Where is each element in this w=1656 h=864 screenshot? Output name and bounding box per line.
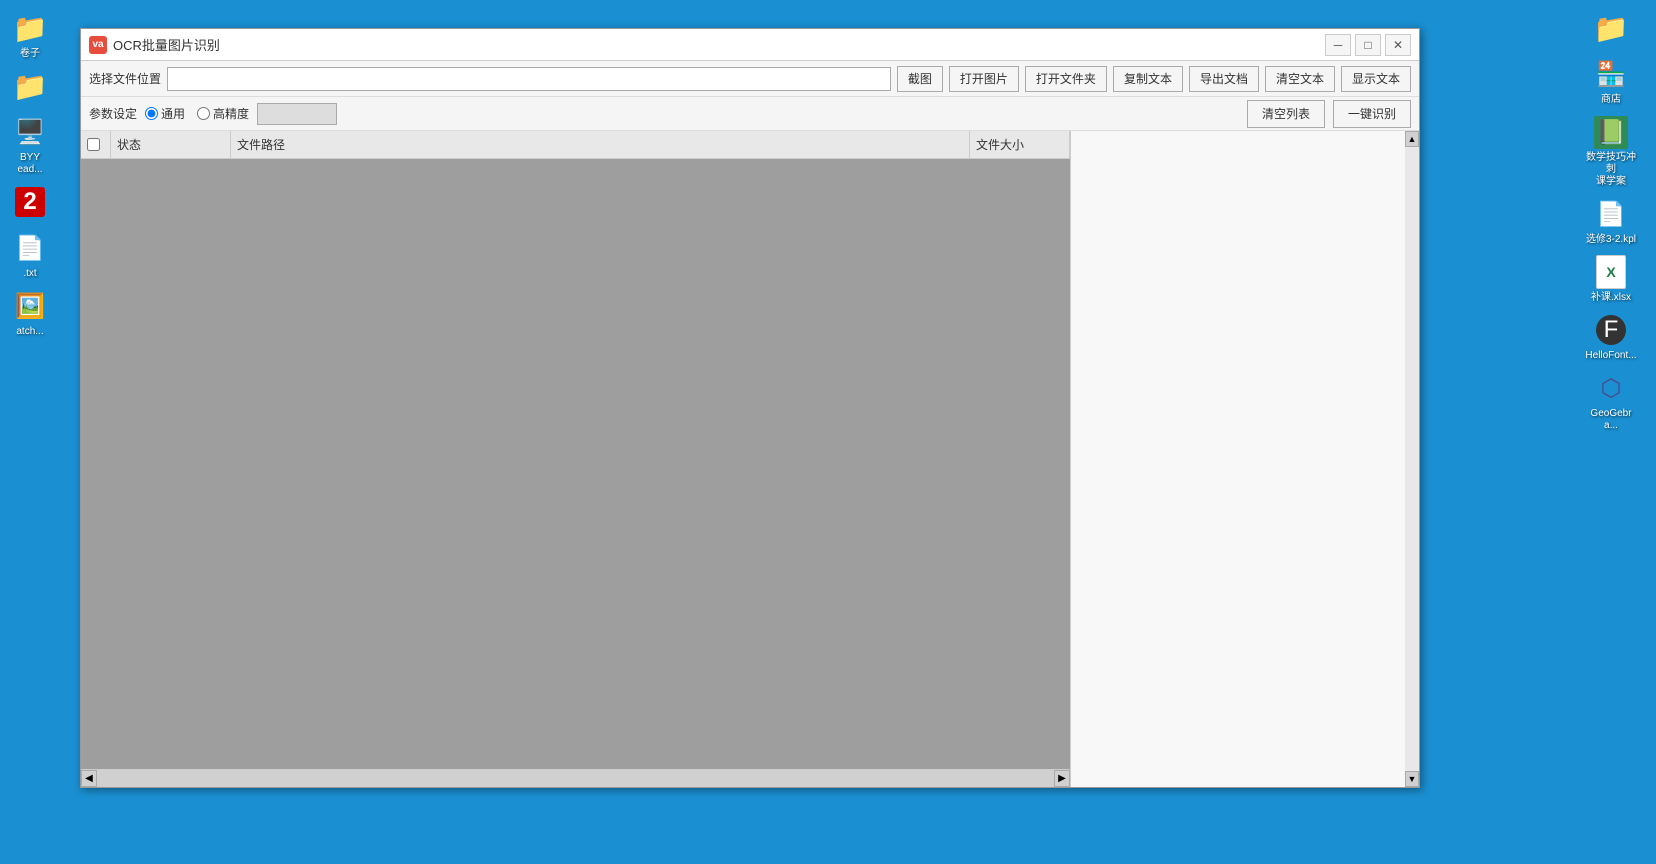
radio-high-label: 高精度 bbox=[213, 105, 249, 122]
select-all-checkbox[interactable] bbox=[87, 138, 100, 151]
desktop-icon-folder2[interactable]: 📁 bbox=[4, 68, 56, 106]
app-icon: va bbox=[89, 36, 107, 54]
desktop-icon-img1[interactable]: 2 bbox=[4, 184, 56, 222]
file-location-input[interactable] bbox=[167, 67, 891, 91]
radio-normal-item[interactable]: 通用 bbox=[145, 105, 185, 122]
desktop-icon-label: atch... bbox=[16, 326, 43, 338]
text-panel: ▲ ▼ bbox=[1071, 131, 1419, 787]
export-doc-button[interactable]: 导出文档 bbox=[1189, 66, 1259, 92]
window-controls: ─ □ ✕ bbox=[1325, 34, 1411, 56]
table-header: 状态 文件路径 文件大小 bbox=[81, 131, 1070, 159]
maximize-button[interactable]: □ bbox=[1355, 34, 1381, 56]
params-row: 参数设定 通用 高精度 清空列表 一键识别 bbox=[81, 97, 1419, 131]
minimize-button[interactable]: ─ bbox=[1325, 34, 1351, 56]
table-body bbox=[81, 159, 1070, 769]
desktop-icon-store[interactable]: 🏪 商店 bbox=[1585, 56, 1637, 106]
main-content: 状态 文件路径 文件大小 ◀ ▶ ▲ ▼ bbox=[81, 131, 1419, 787]
toolbar: 选择文件位置 截图 打开图片 打开文件夹 复制文本 导出文档 清空文本 显示文本 bbox=[81, 61, 1419, 97]
desktop-icon-label: .txt bbox=[23, 268, 36, 280]
desktop-icon-txt[interactable]: 📄 .txt bbox=[4, 230, 56, 280]
scroll-left-arrow[interactable]: ◀ bbox=[81, 770, 97, 787]
desktop-icon-label: 卷子 bbox=[20, 48, 40, 60]
clear-text-button[interactable]: 清空文本 bbox=[1265, 66, 1335, 92]
window-title: OCR批量图片识别 bbox=[113, 35, 1325, 54]
ocr-text-area[interactable] bbox=[1071, 131, 1419, 787]
desktop-icon-label: BYYead... bbox=[17, 152, 42, 176]
open-folder-button[interactable]: 打开文件夹 bbox=[1025, 66, 1107, 92]
scroll-up-arrow[interactable]: ▲ bbox=[1405, 131, 1419, 147]
desktop-icon-kpl[interactable]: 📄 选修3-2.kpl bbox=[1585, 196, 1637, 246]
params-label: 参数设定 bbox=[89, 105, 137, 122]
open-image-button[interactable]: 打开图片 bbox=[949, 66, 1019, 92]
vertical-scrollbar[interactable]: ▲ ▼ bbox=[1405, 131, 1419, 787]
desktop-left-icons: 📁 卷子 📁 🖥️ BYYead... 2 📄 .txt 🖼️ atch... bbox=[0, 0, 60, 864]
desktop-icon-math[interactable]: 📗 数学技巧冲刺课学案 bbox=[1585, 114, 1637, 188]
radio-high-input[interactable] bbox=[197, 107, 210, 120]
show-text-button[interactable]: 显示文本 bbox=[1341, 66, 1411, 92]
params-text-input[interactable] bbox=[257, 103, 337, 125]
th-path: 文件路径 bbox=[231, 131, 970, 158]
file-location-label: 选择文件位置 bbox=[89, 70, 161, 87]
desktop-icon-folder1[interactable]: 📁 卷子 bbox=[4, 10, 56, 60]
horizontal-scrollbar[interactable]: ◀ ▶ bbox=[81, 769, 1070, 787]
scroll-v-track bbox=[1405, 147, 1419, 771]
main-window: va OCR批量图片识别 ─ □ ✕ 选择文件位置 截图 打开图片 打开文件夹 … bbox=[80, 28, 1420, 788]
desktop-icon-xlsx[interactable]: X 补课.xlsx bbox=[1585, 254, 1637, 304]
desktop-right-icons: 📁 🏪 商店 📗 数学技巧冲刺课学案 📄 选修3-2.kpl X 补课.xlsx… bbox=[1566, 0, 1656, 864]
th-checkbox bbox=[81, 131, 111, 158]
title-bar: va OCR批量图片识别 ─ □ ✕ bbox=[81, 29, 1419, 61]
scroll-right-arrow[interactable]: ▶ bbox=[1054, 770, 1070, 787]
desktop-icon-geogebra[interactable]: ⬡ GeoGebra... bbox=[1585, 370, 1637, 432]
desktop-icon-byy[interactable]: 🖥️ BYYead... bbox=[4, 114, 56, 176]
desktop-icon-folder-top-right[interactable]: 📁 bbox=[1585, 10, 1637, 48]
copy-text-button[interactable]: 复制文本 bbox=[1113, 66, 1183, 92]
radio-high-item[interactable]: 高精度 bbox=[197, 105, 249, 122]
th-status: 状态 bbox=[111, 131, 231, 158]
scroll-down-arrow[interactable]: ▼ bbox=[1405, 771, 1419, 787]
radio-group: 通用 高精度 bbox=[145, 105, 249, 122]
file-list-panel: 状态 文件路径 文件大小 ◀ ▶ bbox=[81, 131, 1071, 787]
clear-list-button[interactable]: 清空列表 bbox=[1247, 100, 1325, 128]
th-size: 文件大小 bbox=[970, 131, 1070, 158]
close-button[interactable]: ✕ bbox=[1385, 34, 1411, 56]
screenshot-button[interactable]: 截图 bbox=[897, 66, 943, 92]
scroll-track[interactable] bbox=[97, 770, 1054, 787]
desktop-icon-atch[interactable]: 🖼️ atch... bbox=[4, 288, 56, 338]
one-click-button[interactable]: 一键识别 bbox=[1333, 100, 1411, 128]
radio-normal-label: 通用 bbox=[161, 105, 185, 122]
desktop-icon-font[interactable]: F HelloFont... bbox=[1585, 312, 1637, 362]
radio-normal-input[interactable] bbox=[145, 107, 158, 120]
